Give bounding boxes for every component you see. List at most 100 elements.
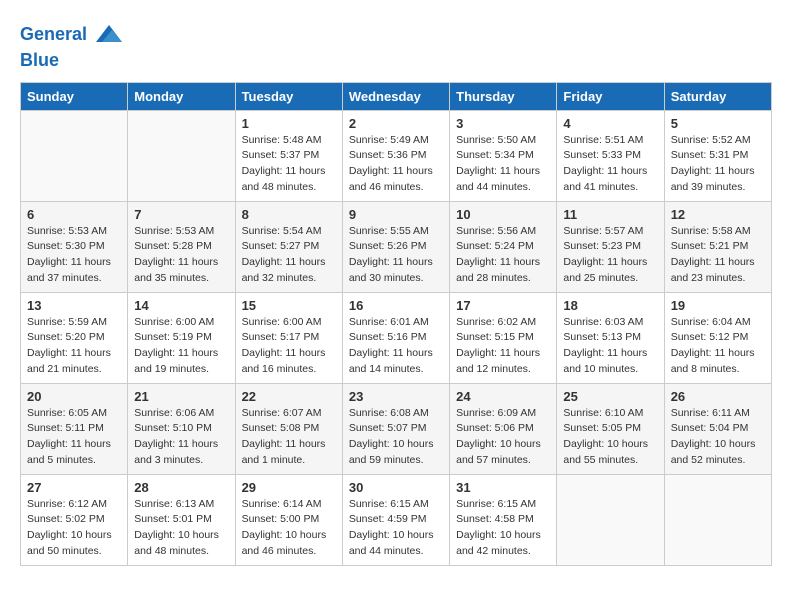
- day-number: 9: [349, 207, 443, 222]
- day-info: Sunrise: 6:00 AM Sunset: 5:19 PM Dayligh…: [134, 315, 228, 378]
- day-info: Sunrise: 5:59 AM Sunset: 5:20 PM Dayligh…: [27, 315, 121, 378]
- day-number: 13: [27, 298, 121, 313]
- day-info: Sunrise: 6:00 AM Sunset: 5:17 PM Dayligh…: [242, 315, 336, 378]
- calendar-cell: 20 Sunrise: 6:05 AM Sunset: 5:11 PM Dayli…: [21, 383, 128, 474]
- calendar-cell: 16Sunrise: 6:01 AM Sunset: 5:16 PM Dayli…: [342, 292, 449, 383]
- day-info: Sunrise: 6:15 AM Sunset: 4:58 PM Dayligh…: [456, 497, 550, 560]
- day-info: Sunrise: 5:50 AM Sunset: 5:34 PM Dayligh…: [456, 133, 550, 196]
- calendar-cell: 22 Sunrise: 6:07 AM Sunset: 5:08 PM Dayli…: [235, 383, 342, 474]
- calendar-cell: 31 Sunrise: 6:15 AM Sunset: 4:58 PM Dayli…: [450, 474, 557, 565]
- day-info: Sunrise: 6:09 AM Sunset: 5:06 PM Dayligh…: [456, 406, 550, 469]
- calendar-week-row: 6Sunrise: 5:53 AM Sunset: 5:30 PM Daylig…: [21, 201, 772, 292]
- day-info: Sunrise: 6:15 AM Sunset: 4:59 PM Dayligh…: [349, 497, 443, 560]
- day-info: Sunrise: 6:06 AM Sunset: 5:10 PM Dayligh…: [134, 406, 228, 469]
- calendar-cell: 26 Sunrise: 6:11 AM Sunset: 5:04 PM Dayli…: [664, 383, 771, 474]
- column-header-monday: Monday: [128, 82, 235, 110]
- day-number: 4: [563, 116, 657, 131]
- day-info: Sunrise: 6:14 AM Sunset: 5:00 PM Dayligh…: [242, 497, 336, 560]
- calendar-week-row: 1 Sunrise: 5:48 AM Sunset: 5:37 PM Daylig…: [21, 110, 772, 201]
- day-number: 6: [27, 207, 121, 222]
- logo-icon: [94, 20, 124, 50]
- calendar-cell: [128, 110, 235, 201]
- day-number: 26: [671, 389, 765, 404]
- calendar-cell: 13 Sunrise: 5:59 AM Sunset: 5:20 PM Dayli…: [21, 292, 128, 383]
- calendar-cell: 8 Sunrise: 5:54 AM Sunset: 5:27 PM Daylig…: [235, 201, 342, 292]
- day-number: 21: [134, 389, 228, 404]
- day-number: 5: [671, 116, 765, 131]
- calendar-cell: 3Sunrise: 5:50 AM Sunset: 5:34 PM Daylig…: [450, 110, 557, 201]
- column-header-wednesday: Wednesday: [342, 82, 449, 110]
- day-info: Sunrise: 5:56 AM Sunset: 5:24 PM Dayligh…: [456, 224, 550, 287]
- day-info: Sunrise: 5:52 AM Sunset: 5:31 PM Dayligh…: [671, 133, 765, 196]
- day-number: 14: [134, 298, 228, 313]
- day-info: Sunrise: 6:12 AM Sunset: 5:02 PM Dayligh…: [27, 497, 121, 560]
- day-info: Sunrise: 5:58 AM Sunset: 5:21 PM Dayligh…: [671, 224, 765, 287]
- calendar-cell: 10 Sunrise: 5:56 AM Sunset: 5:24 PM Dayli…: [450, 201, 557, 292]
- day-info: Sunrise: 5:51 AM Sunset: 5:33 PM Dayligh…: [563, 133, 657, 196]
- calendar-cell: 29 Sunrise: 6:14 AM Sunset: 5:00 PM Dayli…: [235, 474, 342, 565]
- logo-general: General: [20, 24, 87, 44]
- day-number: 7: [134, 207, 228, 222]
- column-header-tuesday: Tuesday: [235, 82, 342, 110]
- calendar-cell: 9 Sunrise: 5:55 AM Sunset: 5:26 PM Daylig…: [342, 201, 449, 292]
- calendar-cell: 1 Sunrise: 5:48 AM Sunset: 5:37 PM Daylig…: [235, 110, 342, 201]
- day-number: 28: [134, 480, 228, 495]
- calendar-cell: 14 Sunrise: 6:00 AM Sunset: 5:19 PM Dayli…: [128, 292, 235, 383]
- day-number: 19: [671, 298, 765, 313]
- day-number: 2: [349, 116, 443, 131]
- day-number: 16: [349, 298, 443, 313]
- column-header-friday: Friday: [557, 82, 664, 110]
- calendar-cell: 23Sunrise: 6:08 AM Sunset: 5:07 PM Dayli…: [342, 383, 449, 474]
- calendar-cell: 17Sunrise: 6:02 AM Sunset: 5:15 PM Dayli…: [450, 292, 557, 383]
- day-info: Sunrise: 5:55 AM Sunset: 5:26 PM Dayligh…: [349, 224, 443, 287]
- calendar-week-row: 20 Sunrise: 6:05 AM Sunset: 5:11 PM Dayli…: [21, 383, 772, 474]
- logo-blue: Blue: [20, 50, 124, 72]
- day-number: 22: [242, 389, 336, 404]
- calendar-cell: [557, 474, 664, 565]
- day-number: 10: [456, 207, 550, 222]
- calendar-cell: 5 Sunrise: 5:52 AM Sunset: 5:31 PM Daylig…: [664, 110, 771, 201]
- day-number: 24: [456, 389, 550, 404]
- day-number: 27: [27, 480, 121, 495]
- day-number: 23: [349, 389, 443, 404]
- day-number: 25: [563, 389, 657, 404]
- calendar-cell: 27 Sunrise: 6:12 AM Sunset: 5:02 PM Dayli…: [21, 474, 128, 565]
- calendar-cell: 25 Sunrise: 6:10 AM Sunset: 5:05 PM Dayli…: [557, 383, 664, 474]
- column-header-saturday: Saturday: [664, 82, 771, 110]
- calendar-week-row: 27 Sunrise: 6:12 AM Sunset: 5:02 PM Dayli…: [21, 474, 772, 565]
- logo-text: General: [20, 20, 124, 50]
- day-number: 1: [242, 116, 336, 131]
- logo: General Blue: [20, 20, 124, 72]
- day-info: Sunrise: 6:11 AM Sunset: 5:04 PM Dayligh…: [671, 406, 765, 469]
- day-number: 30: [349, 480, 443, 495]
- day-number: 8: [242, 207, 336, 222]
- day-info: Sunrise: 6:05 AM Sunset: 5:11 PM Dayligh…: [27, 406, 121, 469]
- calendar-cell: 6Sunrise: 5:53 AM Sunset: 5:30 PM Daylig…: [21, 201, 128, 292]
- day-info: Sunrise: 5:57 AM Sunset: 5:23 PM Dayligh…: [563, 224, 657, 287]
- calendar-cell: 15 Sunrise: 6:00 AM Sunset: 5:17 PM Dayli…: [235, 292, 342, 383]
- calendar-cell: 2Sunrise: 5:49 AM Sunset: 5:36 PM Daylig…: [342, 110, 449, 201]
- day-info: Sunrise: 5:53 AM Sunset: 5:28 PM Dayligh…: [134, 224, 228, 287]
- day-number: 31: [456, 480, 550, 495]
- calendar-cell: 21 Sunrise: 6:06 AM Sunset: 5:10 PM Dayli…: [128, 383, 235, 474]
- column-header-thursday: Thursday: [450, 82, 557, 110]
- calendar-cell: [21, 110, 128, 201]
- calendar-header-row: SundayMondayTuesdayWednesdayThursdayFrid…: [21, 82, 772, 110]
- day-number: 29: [242, 480, 336, 495]
- calendar-cell: [664, 474, 771, 565]
- day-info: Sunrise: 6:04 AM Sunset: 5:12 PM Dayligh…: [671, 315, 765, 378]
- day-info: Sunrise: 6:07 AM Sunset: 5:08 PM Dayligh…: [242, 406, 336, 469]
- day-number: 18: [563, 298, 657, 313]
- day-number: 20: [27, 389, 121, 404]
- day-number: 15: [242, 298, 336, 313]
- day-info: Sunrise: 5:48 AM Sunset: 5:37 PM Dayligh…: [242, 133, 336, 196]
- calendar-cell: 30 Sunrise: 6:15 AM Sunset: 4:59 PM Dayli…: [342, 474, 449, 565]
- calendar-cell: 4 Sunrise: 5:51 AM Sunset: 5:33 PM Daylig…: [557, 110, 664, 201]
- day-info: Sunrise: 6:13 AM Sunset: 5:01 PM Dayligh…: [134, 497, 228, 560]
- calendar-cell: 11Sunrise: 5:57 AM Sunset: 5:23 PM Dayli…: [557, 201, 664, 292]
- day-info: Sunrise: 5:54 AM Sunset: 5:27 PM Dayligh…: [242, 224, 336, 287]
- column-header-sunday: Sunday: [21, 82, 128, 110]
- day-info: Sunrise: 6:10 AM Sunset: 5:05 PM Dayligh…: [563, 406, 657, 469]
- day-number: 17: [456, 298, 550, 313]
- page-header: General Blue: [20, 20, 772, 72]
